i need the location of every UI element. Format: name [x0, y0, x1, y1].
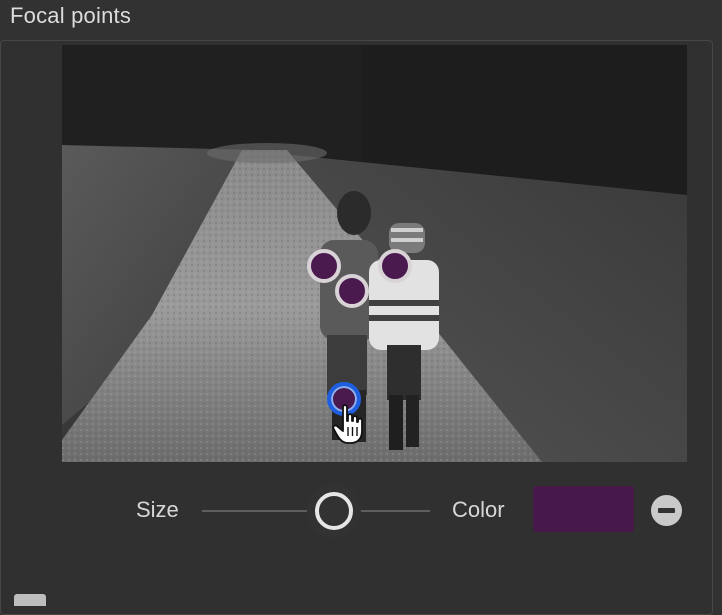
focal-point-3[interactable] [335, 274, 369, 308]
photo-preview[interactable] [62, 45, 687, 462]
size-label: Size [136, 497, 179, 522]
color-label: Color [452, 497, 505, 522]
minus-circle-icon[interactable] [651, 495, 682, 526]
size-slider-thumb[interactable] [315, 492, 354, 530]
checkbox[interactable] [14, 594, 46, 606]
panel-title: Focal points [10, 3, 132, 28]
hand-cursor-icon [332, 404, 363, 444]
controls-row: Size Color [0, 485, 722, 535]
focal-point-1[interactable] [307, 249, 341, 283]
focal-point-2[interactable] [378, 249, 412, 283]
color-swatch[interactable] [533, 486, 634, 532]
photo-image [62, 45, 687, 462]
